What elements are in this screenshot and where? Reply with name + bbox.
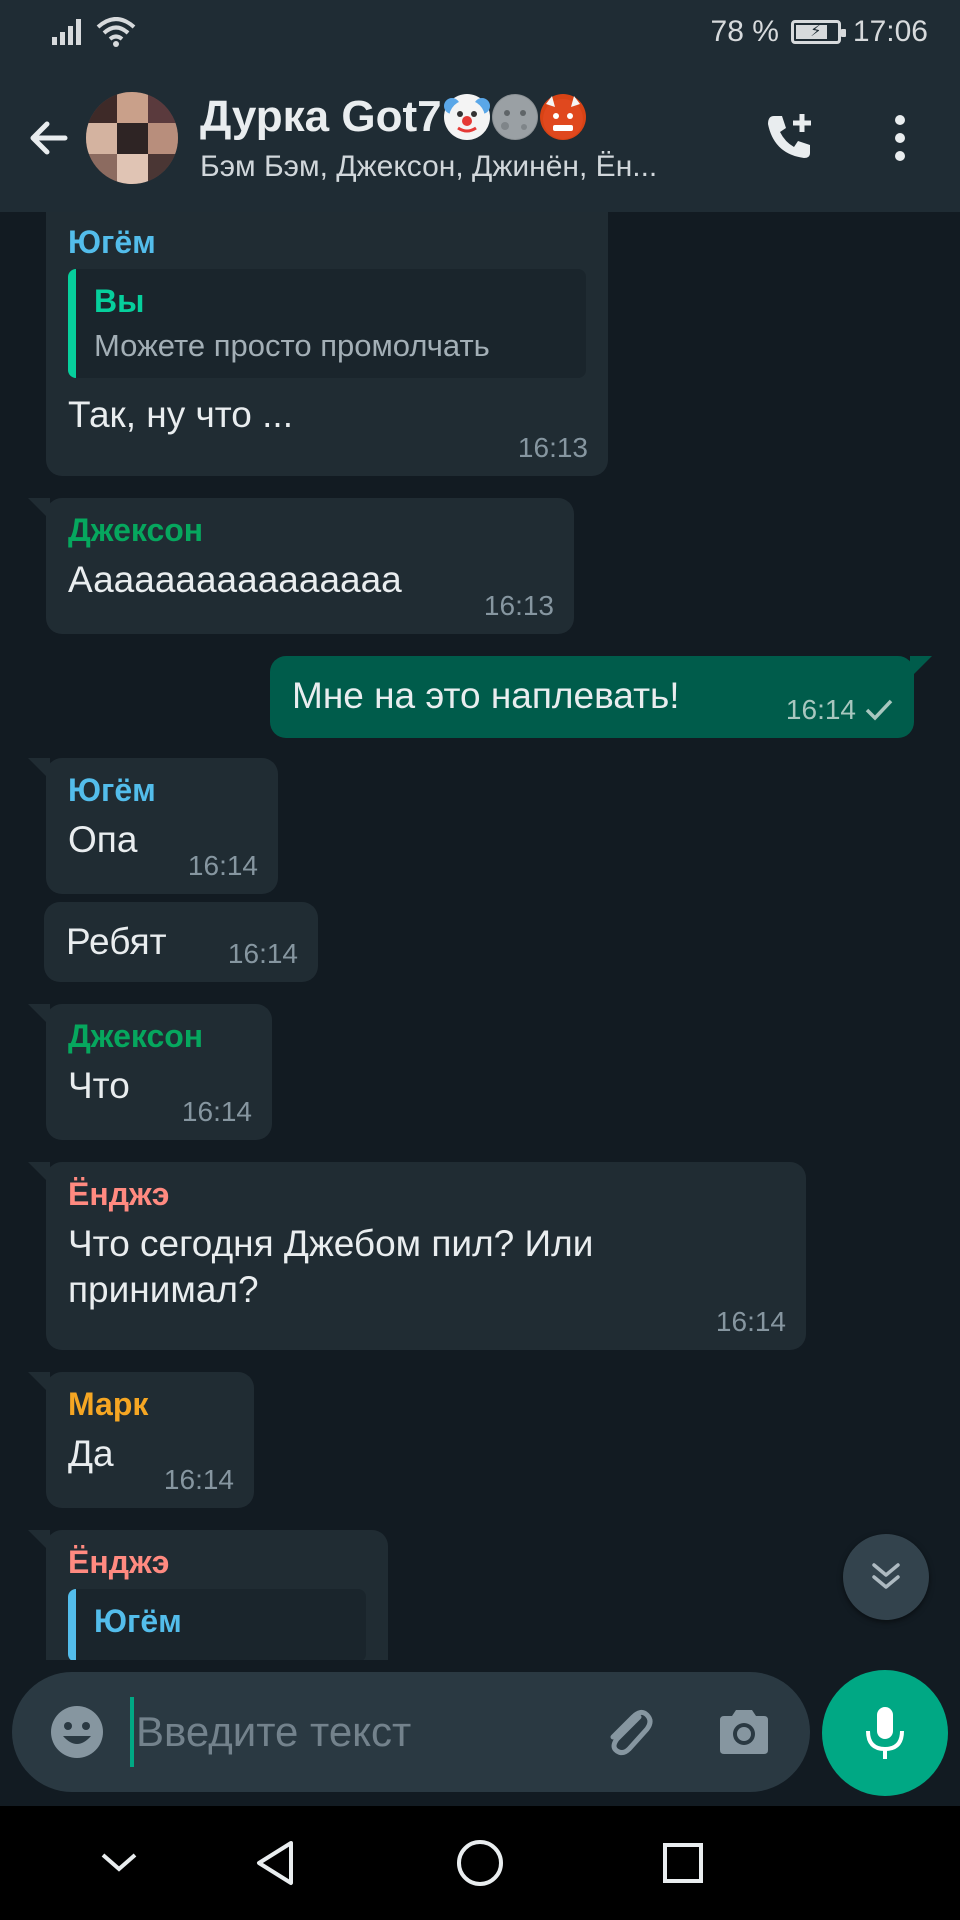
message-bubble[interactable]: Ёнджэ Югём [28,1530,388,1660]
message-bubble[interactable]: Ребят 16:14 [44,902,318,982]
chat-members: Бэм Бэм, Джексон, Джинён, Ён... [200,150,658,183]
sender-name: Джексон [68,512,204,548]
message-time: 16:14 [181,1096,252,1127]
message-time-text: 16:14 [785,694,856,725]
charging-icon: ⚡ [810,23,822,40]
message-text: Аааааааааааааааа [68,559,402,600]
microphone-icon [866,1707,904,1759]
quote-author: Югём [94,1603,182,1639]
add-call-button[interactable] [756,104,824,172]
nav-hide-keyboard-button[interactable] [84,1828,154,1898]
message-time: 16:14 [187,850,258,881]
group-avatar[interactable] [86,92,178,184]
chat-title-block[interactable]: Дурка Got7 Бэм Бэм, Джексон, Джинён, Ён.… [200,92,760,184]
message-time: 16:14 [786,694,894,726]
nav-home-button[interactable] [445,1828,515,1898]
message-time: 16:14 [715,1306,786,1337]
add-call-icon [768,114,811,158]
sender-name: Югём [68,224,156,260]
home-circle-icon [457,1840,503,1886]
quote-author: Вы [94,283,145,319]
message-bubble[interactable]: Ёнджэ Что сегодня Джебом пил? Или приним… [28,1162,806,1350]
quote-text: Можете просто промолчать [94,328,490,363]
voice-message-button[interactable] [822,1670,948,1796]
paperclip-icon [610,1709,653,1756]
battery-icon: ⚡ [790,20,846,44]
chat-header: Дурка Got7 Бэм Бэм, Джексон, Джинён, Ён.… [0,64,960,212]
quoted-message[interactable]: Вы Можете просто промолчать [68,269,586,378]
new-moon-face-emoji-icon [491,94,538,140]
wifi-icon [96,17,136,47]
clock: 17:06 [852,15,928,48]
ogre-emoji-icon [539,94,586,140]
clown-face-emoji-icon [443,94,490,140]
sender-name: Джексон [68,1018,204,1054]
system-navigation-bar [0,1806,960,1920]
nav-back-button[interactable] [240,1828,310,1898]
nav-recents-button[interactable] [648,1828,718,1898]
signal-icon [52,19,81,45]
message-time: 16:14 [227,938,298,969]
recents-square-icon [663,1843,703,1883]
message-bubble-outgoing[interactable]: Мне на это наплевать! 16:14 [270,656,932,738]
emoji-button[interactable] [42,1697,112,1767]
double-chevron-down-icon [872,1563,900,1589]
camera-button[interactable] [708,1696,780,1768]
message-list[interactable]: Югём Вы Можете просто промолчать Так, ну… [0,212,960,1660]
emoji-icon [51,1706,103,1758]
chat-title-text: Дурка Got7 [200,92,442,141]
status-bar: 78 % ⚡ 17:06 [0,0,960,64]
message-bubble[interactable]: Югём Вы Можете просто промолчать Так, ну… [46,212,608,476]
back-triangle-icon [257,1841,293,1885]
quoted-message[interactable]: Югём [68,1589,366,1660]
message-time: 16:14 [163,1464,234,1495]
scroll-to-bottom-button[interactable] [843,1534,929,1620]
message-time: 16:13 [517,432,588,463]
sender-name: Югём [68,772,156,808]
message-bubble[interactable]: Джексон Аааааааааааааааа 16:13 [28,498,574,634]
sender-name: Ёнджэ [68,1544,170,1580]
message-text: Что сегодня Джебом пил? Или принимал? [68,1223,594,1310]
message-bubble[interactable]: Марк Да 16:14 [28,1372,254,1508]
battery-percent: 78 % [710,15,779,48]
message-bubble[interactable]: Югём Опа 16:14 [28,758,278,894]
back-button[interactable] [14,103,84,173]
sent-check-icon [865,699,893,721]
attach-button[interactable] [592,1696,664,1768]
message-time: 16:13 [483,590,554,621]
more-options-button[interactable] [866,104,934,172]
chevron-down-icon [101,1853,137,1872]
message-input[interactable] [130,1697,570,1767]
camera-icon [720,1710,768,1754]
chat-title: Дурка Got7 [200,92,760,142]
message-bubble[interactable]: Джексон Что 16:14 [28,1004,272,1140]
sender-name: Марк [68,1386,149,1422]
message-composer [12,1672,810,1792]
more-vert-icon [895,115,905,161]
message-text: Так, ну что ... [68,394,293,435]
arrow-left-icon [30,121,68,155]
sender-name: Ёнджэ [68,1176,170,1212]
